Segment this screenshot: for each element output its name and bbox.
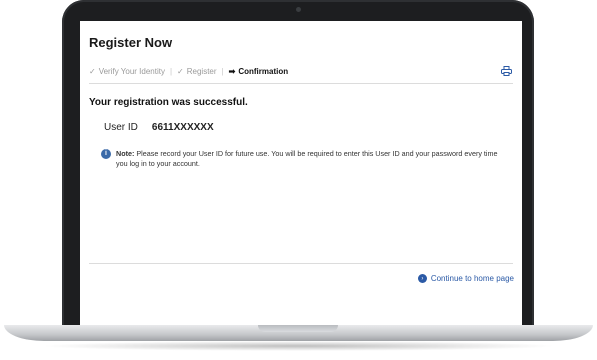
continue-label: Continue to home page (430, 274, 514, 283)
page-title: Register Now (89, 35, 173, 50)
continue-home-link[interactable]: › Continue to home page (417, 274, 514, 283)
divider (89, 83, 513, 84)
circle-arrow-icon: › (417, 274, 427, 283)
user-id-row: User ID 6611XXXXXX (104, 122, 214, 133)
base-shadow (40, 341, 557, 351)
check-icon: ✓ (89, 66, 96, 76)
screen: Register Now ✓ Verify Your Identity | ✓ … (80, 21, 522, 328)
print-icon[interactable] (501, 66, 512, 76)
note-text: Please record your User ID for future us… (116, 149, 498, 168)
user-id-value: 6611XXXXXX (151, 122, 214, 133)
check-icon: ✓ (177, 66, 184, 76)
divider (89, 263, 513, 264)
step-separator: | (221, 66, 224, 76)
step-label: Verify Your Identity (98, 66, 165, 76)
step-verify-identity: ✓ Verify Your Identity (89, 67, 165, 76)
success-message: Your registration was successful. (89, 97, 248, 108)
arrow-right-icon: ➡ (228, 66, 236, 76)
camera (296, 7, 301, 12)
step-label: Confirmation (238, 66, 289, 76)
progress-steps: ✓ Verify Your Identity | ✓ Register | ➡ … (89, 64, 288, 78)
note-text-wrap: Note: Please record your User ID for fut… (116, 149, 506, 168)
info-icon: i (101, 149, 111, 159)
note-label: Note: (116, 149, 135, 158)
step-label: Register (186, 66, 217, 76)
note: i Note: Please record your User ID for f… (101, 149, 506, 168)
step-register: ✓ Register (177, 67, 217, 76)
step-separator: | (169, 66, 173, 76)
step-confirmation: ➡ Confirmation (229, 67, 288, 76)
user-id-label: User ID (104, 122, 138, 133)
hinge-notch (258, 325, 338, 332)
